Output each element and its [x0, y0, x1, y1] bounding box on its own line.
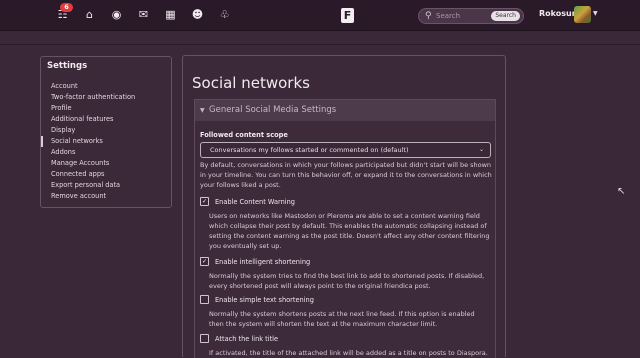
sidebar-item-remove-account[interactable]: Remove account	[41, 191, 171, 202]
checkbox-attach-link-title[interactable]	[200, 333, 209, 343]
sidebar-item-display[interactable]: Display	[41, 125, 171, 136]
nav-icons: ☷ ⌂ ◉ ✉ ▦ ☻ ♧	[49, 7, 238, 23]
checkbox-content-warning[interactable]: ✓	[200, 196, 209, 206]
option-simple-shortening[interactable]: Enable simple text shortening	[200, 294, 314, 305]
search-input[interactable]	[436, 10, 491, 22]
option-content-warning[interactable]: ✓ Enable Content Warning	[200, 196, 295, 207]
sidebar-item-profile[interactable]: Profile	[41, 103, 171, 114]
sidebar-item-account[interactable]: Account	[41, 81, 171, 92]
top-navbar: ☷ ⌂ ◉ ✉ ▦ ☻ ♧ 6 F ⚲ Search Rokosun ▼	[0, 0, 640, 31]
bell-icon[interactable]: ♧	[211, 7, 238, 23]
sidebar-item-social-networks[interactable]: Social networks	[41, 136, 171, 147]
sidebar-item-manage-accounts[interactable]: Manage Accounts	[41, 158, 171, 169]
general-social-settings-section: ▼ General Social Media Settings Followed…	[194, 99, 496, 358]
divider	[0, 44, 640, 45]
checkbox-simple-shortening[interactable]	[200, 294, 209, 304]
option-attach-link-title[interactable]: Attach the link title	[200, 333, 279, 344]
option-label: Attach the link title	[215, 335, 279, 343]
home-icon[interactable]: ⌂	[76, 7, 103, 23]
search-button[interactable]: Search	[491, 11, 520, 21]
option-description: Normally the system shortens posts at th…	[209, 310, 475, 328]
sidebar-item-additional-features[interactable]: Additional features	[41, 114, 171, 125]
option-description: If activated, the title of the attached …	[209, 349, 488, 357]
sidebar-item-export-data[interactable]: Export personal data	[41, 180, 171, 191]
settings-main-panel: Social networks ▼ General Social Media S…	[182, 55, 506, 358]
mouse-cursor-icon: ↖	[617, 186, 626, 197]
triangle-down-icon: ▼	[200, 107, 205, 114]
notification-badge: 6	[60, 3, 73, 12]
scope-select-value: Conversations my follows started or comm…	[210, 146, 409, 154]
username[interactable]: Rokosun	[539, 9, 577, 18]
sidebar-item-connected-apps[interactable]: Connected apps	[41, 169, 171, 180]
section-header[interactable]: ▼ General Social Media Settings	[195, 100, 495, 121]
contacts-icon[interactable]: ☻	[184, 7, 211, 23]
option-label: Enable Content Warning	[215, 198, 295, 206]
calendar-icon[interactable]: ▦	[157, 7, 184, 23]
option-description: Normally the system tries to find the be…	[209, 272, 485, 290]
checkbox-intelligent-shortening[interactable]: ✓	[200, 256, 209, 266]
page-title: Social networks	[192, 74, 310, 92]
avatar[interactable]	[574, 6, 591, 23]
option-label: Enable simple text shortening	[215, 296, 314, 304]
search-icon: ⚲	[425, 11, 432, 21]
settings-sidebar: Settings Account Two-factor authenticati…	[40, 56, 172, 208]
sidebar-item-two-factor[interactable]: Two-factor authentication	[41, 92, 171, 103]
chevron-down-icon[interactable]: ▼	[593, 10, 598, 17]
friendica-logo-icon[interactable]: F	[341, 8, 354, 23]
option-intelligent-shortening[interactable]: ✓ Enable intelligent shortening	[200, 256, 311, 267]
scope-help-text: By default, conversations in which your …	[200, 161, 492, 189]
network-icon[interactable]: ◉	[103, 7, 130, 23]
sidebar-item-addons[interactable]: Addons	[41, 147, 171, 158]
section-title: General Social Media Settings	[209, 105, 337, 115]
sidebar-title: Settings	[47, 61, 88, 71]
option-label: Enable intelligent shortening	[215, 258, 311, 266]
sidebar-menu: Account Two-factor authentication Profil…	[41, 81, 171, 202]
search-box: ⚲ Search	[418, 8, 524, 24]
scope-select[interactable]: Conversations my follows started or comm…	[200, 142, 491, 158]
mail-icon[interactable]: ✉	[130, 7, 157, 23]
scope-label: Followed content scope	[200, 131, 288, 139]
chevron-down-icon: ⌄	[478, 146, 484, 153]
option-description: Users on networks like Mastodon or Plero…	[209, 212, 490, 250]
